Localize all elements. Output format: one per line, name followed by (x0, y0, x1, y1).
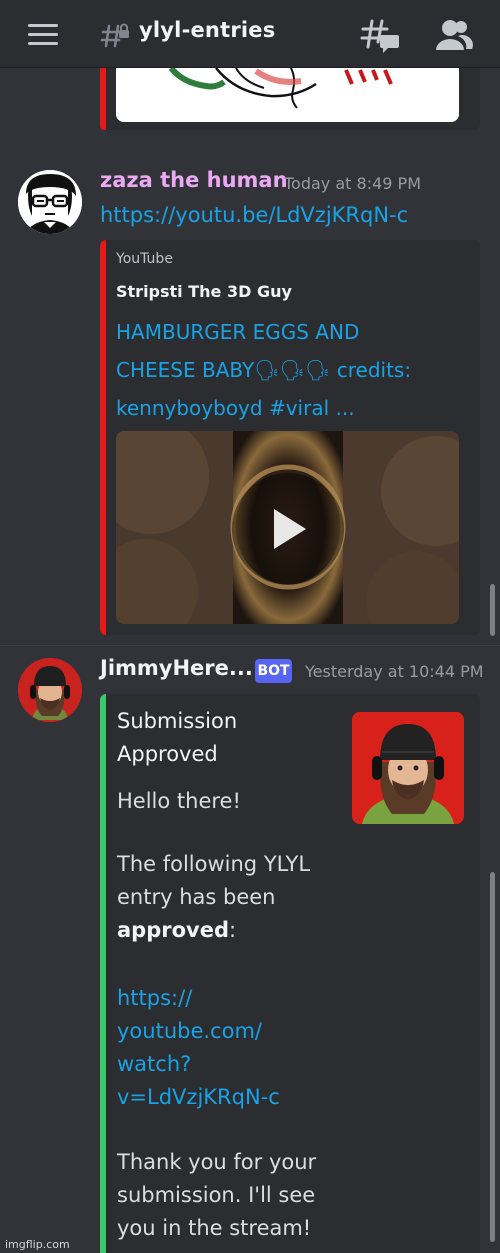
embed-thumbnail[interactable] (352, 712, 464, 824)
channel-header: ylyl-entries (0, 0, 500, 68)
embed-link-line: https:// (117, 986, 193, 1010)
embed-link-line: watch? (117, 1052, 192, 1076)
hamburger-menu-icon[interactable] (28, 24, 58, 46)
embed-thanks-line: you in the stream! (117, 1216, 312, 1240)
watermark: imgflip.com (5, 1238, 70, 1251)
embed-provider[interactable]: YouTube (116, 251, 173, 267)
bot-badge: BOT (255, 659, 292, 683)
username[interactable]: JimmyHere... (100, 656, 253, 680)
embed-link-line: youtube.com/ (117, 1019, 262, 1043)
timestamp: Yesterday at 10:44 PM (305, 662, 484, 681)
embed-author[interactable]: Stripsti The 3D Guy (116, 282, 292, 301)
embed-title-line: CHEESE BABY🗣🗣🗣 credits: (116, 358, 412, 382)
embed-accent-bar (100, 240, 106, 635)
embed-accent-bar (100, 694, 106, 1253)
embed-link-line: v=LdVzjKRqN-c (117, 1085, 280, 1109)
channel-name: ylyl-entries (139, 18, 276, 42)
approved-word: approved (117, 918, 229, 942)
embed-greeting: Hello there! (117, 789, 241, 813)
embed-line: approved: (117, 914, 357, 947)
message-link[interactable]: https://youtu.be/LdVzjKRqN-c (100, 203, 408, 227)
bot-avatar[interactable] (18, 658, 82, 722)
video-thumbnail[interactable] (116, 431, 459, 624)
scrollbar-thumb[interactable] (490, 872, 495, 1242)
embed-title-line: HAMBURGER EGGS AND (116, 320, 360, 344)
embed-title[interactable]: HAMBURGER EGGS AND CHEESE BABY🗣🗣🗣 credit… (116, 313, 468, 427)
embed-thanks-line: submission. I'll see (117, 1183, 316, 1207)
embed-thanks-line: Thank you for your (117, 1150, 317, 1174)
username[interactable]: zaza the human (100, 168, 288, 192)
embed-title: Submission Approved (117, 705, 337, 771)
embed-colon: : (228, 918, 237, 942)
embed-title-line: Submission (117, 709, 238, 733)
previous-embed-accent (100, 68, 106, 130)
embed-title-line: Approved (117, 742, 218, 766)
embed-thanks: Thank you for your submission. I'll see … (117, 1146, 357, 1245)
embed-line-text: entry has been (117, 885, 276, 909)
locked-channel-hash-icon (100, 23, 129, 48)
scrollbar-thumb[interactable] (490, 584, 495, 636)
avatar[interactable] (18, 170, 82, 234)
embed-title-line: kennyboyboyd #viral ... (116, 396, 355, 420)
message-divider (0, 645, 500, 646)
embed-line: The following YLYL (117, 852, 311, 876)
embed-link[interactable]: https:// youtube.com/ watch? v=LdVzjKRqN… (117, 982, 337, 1114)
embed-line: entry has been (117, 881, 357, 914)
timestamp: Today at 8:49 PM (284, 174, 421, 193)
previous-meme-image[interactable] (116, 68, 459, 122)
members-icon[interactable] (434, 18, 474, 52)
threads-icon[interactable] (360, 18, 400, 54)
